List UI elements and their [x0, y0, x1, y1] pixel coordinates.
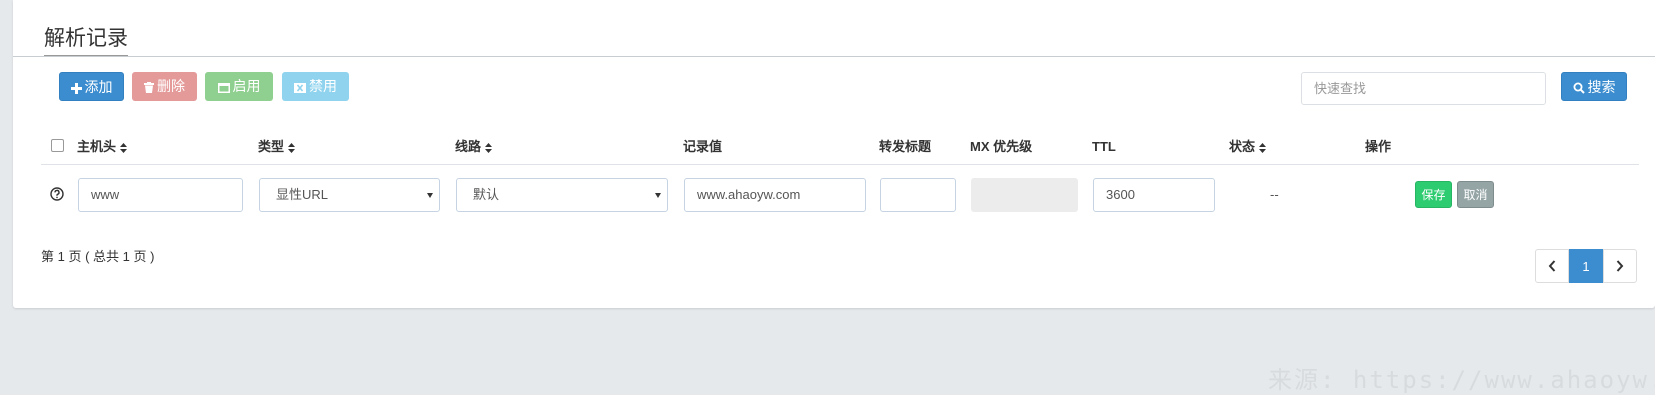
save-button[interactable]: 保存 [1415, 181, 1452, 208]
pagination: 1 [1535, 249, 1637, 283]
column-header-actions: 操作 [1365, 139, 1392, 154]
search-icon [1573, 82, 1585, 94]
page-info: 第 1 页 ( 总共 1 页 ) [41, 249, 155, 264]
sort-icon [1259, 143, 1267, 153]
next-page-button[interactable] [1603, 249, 1637, 283]
plus-icon [70, 83, 82, 94]
table-header-divider [41, 164, 1639, 165]
cancel-button[interactable]: 取消 [1457, 181, 1494, 208]
delete-button-label: 删除 [157, 78, 185, 94]
column-header-value: 记录值 [683, 139, 723, 154]
delete-button[interactable]: 删除 [132, 72, 197, 101]
chevron-left-icon [1548, 260, 1556, 272]
trash-icon [144, 82, 154, 93]
line-select[interactable]: 默认 [456, 178, 668, 212]
close-box-icon [294, 83, 306, 93]
enable-button-label: 启用 [232, 78, 261, 94]
search-button-label: 搜索 [1587, 79, 1616, 95]
column-header-status[interactable]: 状态 [1229, 139, 1267, 155]
page-button-current[interactable]: 1 [1569, 249, 1603, 283]
forward-title-input[interactable] [880, 178, 956, 212]
record-value-input[interactable]: www.ahaoyw.com [684, 178, 866, 212]
add-button-label: 添加 [84, 79, 113, 95]
disable-button-label: 禁用 [309, 78, 337, 94]
line-select-value: 默认 [473, 187, 500, 202]
page-title: 解析记录 [44, 26, 128, 57]
watermark: 来源: https://www.ahaoyw.com [1268, 366, 1655, 394]
column-header-mx-priority: MX 优先级 [970, 139, 1033, 154]
search-button[interactable]: 搜索 [1561, 72, 1627, 101]
title-divider [13, 56, 1655, 57]
disable-button[interactable]: 禁用 [282, 72, 349, 101]
ttl-input[interactable]: 3600 [1093, 178, 1215, 212]
status-value: -- [1270, 187, 1279, 202]
chevron-down-icon [655, 193, 661, 198]
type-select[interactable]: 显性URL [259, 178, 440, 212]
sort-icon [485, 143, 493, 153]
chevron-down-icon [427, 193, 433, 198]
column-header-type[interactable]: 类型 [258, 139, 296, 155]
window-icon [217, 83, 230, 93]
column-header-host[interactable]: 主机头 [77, 139, 128, 155]
add-button[interactable]: 添加 [59, 72, 124, 101]
search-input[interactable] [1301, 72, 1546, 105]
prev-page-button[interactable] [1535, 249, 1569, 283]
type-select-value: 显性URL [276, 187, 329, 202]
chevron-right-icon [1616, 260, 1624, 272]
sort-icon [288, 143, 296, 153]
column-header-line[interactable]: 线路 [455, 139, 493, 155]
mx-priority-input [971, 178, 1078, 212]
column-header-ttl: TTL [1092, 139, 1116, 154]
select-all-checkbox[interactable] [51, 139, 64, 152]
question-circle-icon[interactable] [50, 187, 64, 201]
enable-button[interactable]: 启用 [205, 72, 273, 101]
column-header-forward-title: 转发标题 [879, 139, 932, 154]
host-input[interactable]: www [78, 178, 243, 212]
sort-icon [120, 143, 128, 153]
